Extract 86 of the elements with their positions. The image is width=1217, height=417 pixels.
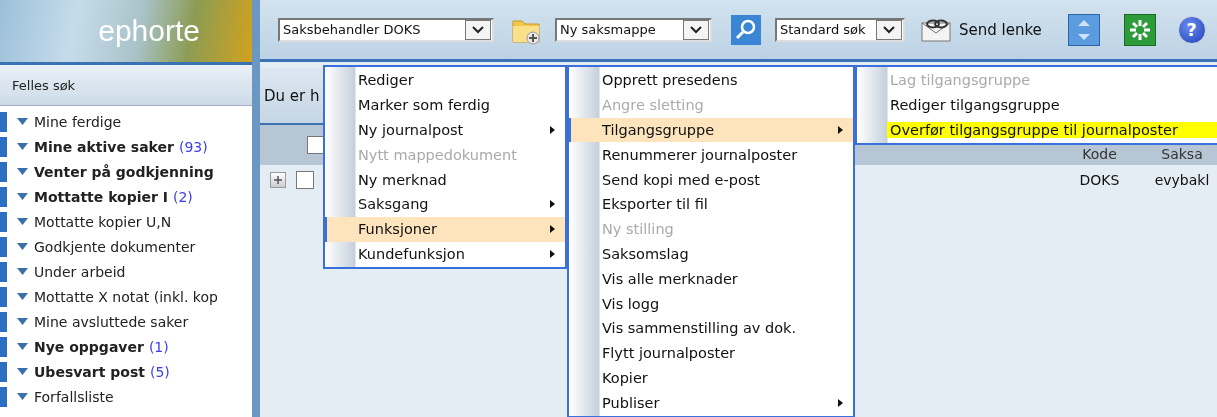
caret-icon	[17, 193, 28, 200]
square-icon	[0, 386, 7, 407]
menu-item[interactable]: Renummerer journalposter	[569, 142, 853, 168]
square-icon	[0, 311, 7, 332]
menu-item[interactable]: Vis logg	[569, 291, 853, 316]
caret-icon	[17, 393, 28, 400]
column-header[interactable]: Saksa	[1147, 146, 1217, 165]
up-down-icon[interactable]	[1067, 13, 1100, 46]
menu-item[interactable]: Vis sammenstilling av dok.	[569, 315, 853, 341]
caret-icon	[17, 343, 28, 350]
chevron-icon	[472, 25, 484, 34]
square-icon	[0, 111, 7, 132]
submenu-arrow-icon	[550, 126, 555, 134]
menu-item[interactable]: Flytt journalposter	[569, 340, 853, 366]
item-count: (2)	[173, 188, 193, 205]
caret-icon	[17, 368, 28, 375]
highlighted-text: Overfør tilgangsgruppe til journalposter	[887, 122, 1217, 138]
square-icon	[0, 211, 7, 232]
caret-icon	[17, 118, 28, 125]
search-dropdown[interactable]: Standard søk	[775, 17, 905, 42]
menu-item[interactable]: Tilgangsgruppe	[569, 117, 853, 143]
menu-item[interactable]: Kundefunksjon	[325, 241, 565, 267]
square-icon	[0, 186, 7, 207]
table-cell-text: DOKS	[1078, 172, 1121, 188]
sidebar-item[interactable]: Mine aktive saker	[34, 138, 174, 155]
caret-icon	[17, 243, 28, 250]
sidebar-item[interactable]: Under arbeid	[34, 263, 126, 280]
menu-item[interactable]: Kopier	[569, 365, 853, 391]
submenu-arrow-icon	[838, 126, 843, 134]
column-header[interactable]: Kode	[1052, 146, 1147, 165]
menu-item[interactable]: Opprett presedens	[569, 68, 853, 93]
sidebar-item[interactable]: Godkjente dokumenter	[34, 238, 196, 255]
search-icon[interactable]	[731, 14, 761, 45]
caret-icon	[17, 293, 28, 300]
caret-icon	[17, 218, 28, 225]
submenu-arrow-icon	[550, 225, 555, 234]
user-dropdown[interactable]: Saksbehandler DOKS	[278, 17, 494, 42]
square-icon	[0, 361, 7, 382]
menu-item[interactable]: Funksjoner	[325, 216, 565, 242]
caret-icon	[17, 168, 28, 175]
row-checkbox[interactable]	[296, 171, 314, 189]
sidebar-item[interactable]: Mine ferdige	[34, 113, 122, 130]
sidebar-item[interactable]: Nye oppgaver	[34, 338, 144, 355]
menu-item[interactable]: Vis alle merknader	[569, 266, 853, 292]
menu-item[interactable]: Marker som ferdig	[325, 92, 565, 118]
menu-item[interactable]: Rediger tilgangsgruppe	[857, 92, 1217, 118]
chevron-icon	[883, 25, 895, 34]
sidebar-item[interactable]: Venter på godkjenning	[34, 163, 214, 180]
sidebar-title: Felles søk	[0, 65, 252, 106]
item-count: (1)	[148, 338, 169, 355]
sidebar-item[interactable]: Mine avsluttede saker	[34, 313, 189, 330]
menu-item[interactable]: Rediger	[325, 68, 565, 93]
menu-item[interactable]: Eksporter til fil	[569, 192, 853, 217]
send-link-button[interactable]: Send lenke	[921, 17, 1042, 42]
square-icon	[0, 261, 7, 282]
sidebar-item[interactable]: Mottatte kopier I	[34, 188, 168, 205]
table-cell-text: evybakl	[1153, 172, 1211, 188]
menu-item[interactable]: Ny merknad	[325, 167, 565, 192]
square-icon	[0, 336, 7, 357]
submenu-arrow-icon	[550, 249, 555, 258]
help-button[interactable]: ?	[1177, 15, 1206, 44]
sidebar-item[interactable]: Mottatte X notat (inkl. kop	[34, 288, 218, 305]
menu-item[interactable]: Send kopi med e-post	[569, 167, 853, 192]
menu-item[interactable]: Saksgang	[325, 192, 565, 217]
submenu-arrow-icon	[550, 200, 555, 209]
submenu-arrow-icon	[838, 398, 843, 407]
burst-icon[interactable]	[1123, 13, 1156, 46]
sidebar-item[interactable]: Forfallsliste	[34, 388, 114, 405]
expand-toggle[interactable]	[270, 172, 286, 188]
item-count: (93)	[178, 138, 208, 155]
envelope-link-icon	[921, 17, 953, 42]
caret-icon	[17, 268, 28, 275]
square-icon	[0, 161, 7, 182]
caret-icon	[17, 143, 28, 150]
square-icon	[0, 286, 7, 307]
sidebar-item[interactable]: Mottatte kopier U,N	[34, 213, 172, 230]
chevron-icon	[690, 25, 702, 34]
caret-icon	[17, 318, 28, 325]
sidebar-item[interactable]: Ubesvart post	[34, 363, 145, 380]
plus-icon	[274, 176, 282, 184]
square-icon	[0, 136, 7, 157]
square-icon	[0, 236, 7, 257]
item-count: (5)	[149, 363, 170, 380]
menu-item[interactable]: Saksomslag	[569, 241, 853, 267]
new-item-dropdown[interactable]: Ny saksmappe	[555, 17, 712, 42]
menu-item[interactable]: Publiser	[569, 390, 853, 416]
